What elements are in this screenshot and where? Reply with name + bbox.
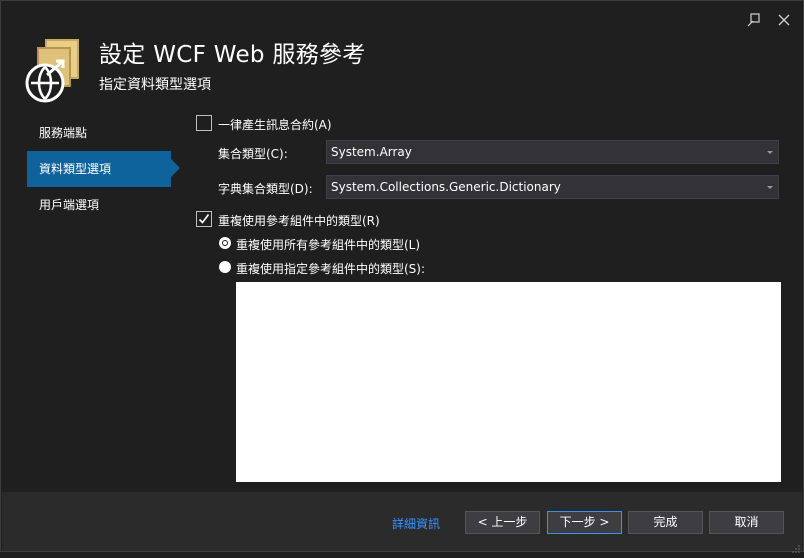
close-icon[interactable] bbox=[774, 11, 794, 29]
dictionary-type-label: 字典集合類型(D): bbox=[218, 182, 313, 196]
collection-type-combobox[interactable]: System.Array bbox=[326, 140, 779, 164]
more-info-link[interactable]: 詳細資訊 bbox=[392, 515, 440, 532]
reuse-all-radio[interactable] bbox=[219, 237, 231, 249]
dialog-title: 設定 WCF Web 服務參考 bbox=[99, 42, 366, 68]
dropdown-arrow-icon bbox=[767, 186, 773, 189]
dialog-window: 設定 WCF Web 服務參考 指定資料類型選項 服務端點 資料類型選項 用戶端… bbox=[0, 0, 804, 553]
assemblies-listbox[interactable] bbox=[236, 282, 781, 482]
reuse-specified-radio[interactable] bbox=[219, 261, 231, 273]
back-button[interactable]: < 上一步 bbox=[465, 511, 540, 534]
collection-type-label: 集合類型(C): bbox=[218, 147, 288, 161]
reuse-all-label: 重複使用所有參考組件中的類型(L) bbox=[236, 238, 421, 252]
finish-button[interactable]: 完成 bbox=[628, 511, 703, 534]
restore-pin-icon[interactable] bbox=[744, 11, 764, 29]
dictionary-type-combobox[interactable]: System.Collections.Generic.Dictionary bbox=[326, 175, 779, 199]
nav-item-client-options[interactable]: 用戶端選項 bbox=[27, 187, 171, 223]
collection-type-value: System.Array bbox=[331, 145, 412, 159]
always-generate-checkbox[interactable] bbox=[196, 115, 212, 131]
dictionary-type-value: System.Collections.Generic.Dictionary bbox=[331, 180, 561, 194]
wcf-service-reference-icon bbox=[23, 37, 83, 103]
dropdown-arrow-icon bbox=[767, 151, 773, 154]
cancel-button[interactable]: 取消 bbox=[709, 511, 784, 534]
resize-grip-icon[interactable] bbox=[791, 539, 801, 553]
always-generate-label: 一律產生訊息合約(A) bbox=[218, 118, 332, 132]
reuse-types-label: 重複使用參考組件中的類型(R) bbox=[218, 214, 380, 228]
nav-selection-arrow bbox=[171, 159, 180, 177]
nav-item-service-endpoint[interactable]: 服務端點 bbox=[27, 115, 171, 151]
reuse-specified-label: 重複使用指定參考組件中的類型(S): bbox=[236, 262, 426, 276]
checkmark-icon bbox=[198, 214, 210, 224]
dialog-subtitle: 指定資料類型選項 bbox=[99, 77, 211, 93]
next-button[interactable]: 下一步 > bbox=[547, 511, 622, 534]
reuse-types-checkbox[interactable] bbox=[196, 211, 212, 227]
nav-item-data-type-options[interactable]: 資料類型選項 bbox=[27, 151, 171, 187]
